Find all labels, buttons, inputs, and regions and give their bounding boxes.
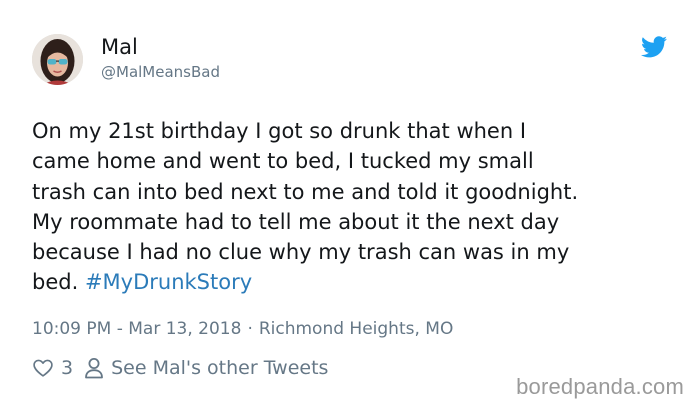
person-icon [85,358,103,379]
twitter-bird-icon[interactable] [641,36,667,58]
author-handle[interactable]: @MalMeansBad [101,63,220,81]
see-other-tweets-label: See Mal's other Tweets [111,357,329,379]
like-button[interactable]: 3 [32,357,73,379]
source-watermark: boredpanda.com [516,374,684,399]
author-display-name[interactable]: Mal [101,34,138,60]
meta-separator: · [247,319,253,339]
tweet-actions: 3 See Mal's other Tweets [32,355,328,381]
see-other-tweets-link[interactable]: See Mal's other Tweets [84,357,328,379]
tweet-timestamp[interactable]: 10:09 PM - Mar 13, 2018 [32,319,241,339]
tweet-card: Mal @MalMeansBad On my 21st birthday I g… [0,0,700,410]
tweet-location[interactable]: Richmond Heights, MO [259,319,454,339]
hashtag-link[interactable]: #MyDrunkStory [85,270,252,294]
heart-icon [33,359,53,377]
tweet-metadata: 10:09 PM - Mar 13, 2018 · Richmond Heights… [32,318,453,340]
tweet-text: On my 21st birthday I got so drunk that … [32,116,682,298]
avatar[interactable] [32,34,83,85]
avatar-photo [32,34,83,85]
tweet-body: On my 21st birthday I got so drunk that … [32,119,579,295]
like-count: 3 [61,357,74,379]
